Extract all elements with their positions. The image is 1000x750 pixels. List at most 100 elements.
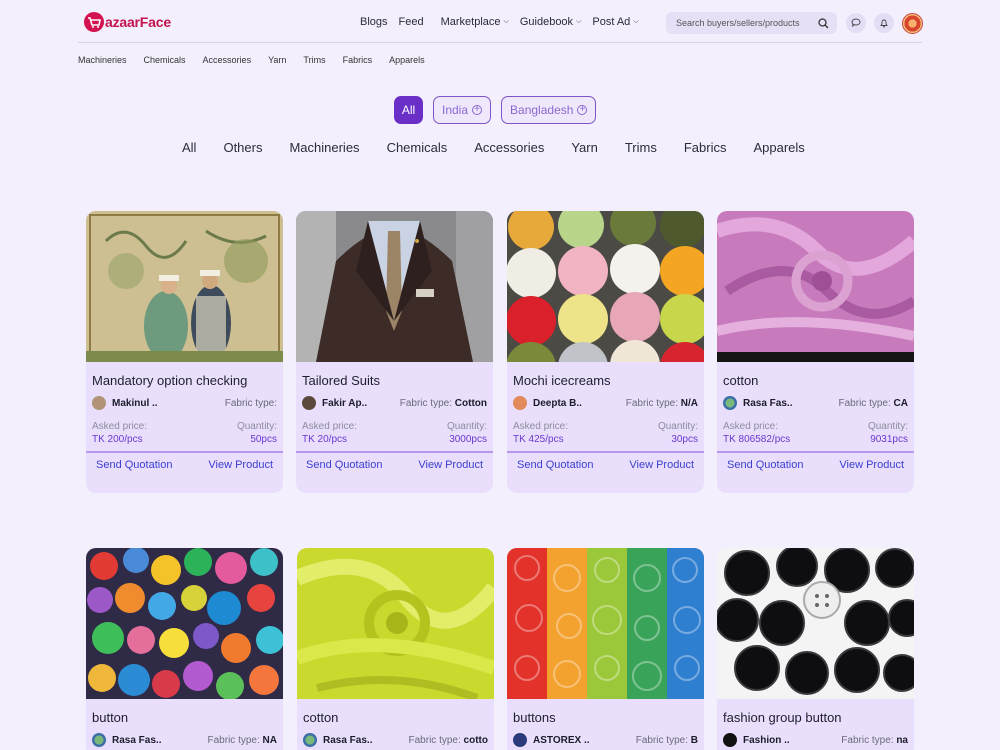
view-product-button[interactable]: View Product: [418, 459, 483, 471]
product-image-black-buttons[interactable]: [717, 548, 914, 699]
filter-india-label: India: [442, 103, 469, 117]
price-value: TK 806582/pcs: [723, 434, 791, 445]
seller-name: Fakir Ap..: [322, 397, 368, 409]
subnav-apparels[interactable]: Apparels: [389, 55, 425, 65]
search-input[interactable]: Search buyers/sellers/products: [676, 18, 818, 28]
send-quotation-button[interactable]: Send Quotation: [727, 459, 803, 471]
fabric-type-label: Fabric type:: [625, 397, 678, 409]
subnav-fabrics[interactable]: Fabrics: [343, 55, 373, 65]
divider: [86, 451, 283, 453]
user-avatar[interactable]: [902, 13, 923, 34]
tab-trims[interactable]: Trims: [625, 140, 657, 155]
seller-info[interactable]: Fashion ..: [723, 733, 790, 747]
tab-all[interactable]: All: [182, 140, 196, 155]
product-title[interactable]: Tailored Suits: [302, 373, 493, 388]
subnav-accessories[interactable]: Accessories: [203, 55, 252, 65]
product-title[interactable]: Mandatory option checking: [92, 373, 283, 388]
seller-info[interactable]: Rasa Fas..: [92, 733, 161, 747]
seller-info[interactable]: Fakir Ap..: [302, 396, 367, 410]
subnav-trims[interactable]: Trims: [303, 55, 325, 65]
product-image-painting[interactable]: [86, 211, 283, 362]
seller-name: Rasa Fas..: [743, 397, 793, 409]
card-actions: Send Quotation View Product: [296, 459, 493, 471]
filter-bangladesh[interactable]: Bangladesh +: [501, 96, 597, 124]
product-card[interactable]: fashion group button Fashion .. Fabric t…: [717, 548, 914, 750]
bell-icon[interactable]: [874, 13, 894, 33]
price-values: TK 806582/pcs 9031pcs: [717, 434, 914, 445]
tab-machineries[interactable]: Machineries: [289, 140, 359, 155]
chat-icon[interactable]: [846, 13, 866, 33]
subnav-machineries[interactable]: Machineries: [78, 55, 127, 65]
product-card[interactable]: cotton Rasa Fas.. Fabric type: cotto: [297, 548, 494, 750]
filter-bangladesh-label: Bangladesh: [510, 103, 574, 117]
logo[interactable]: azaarFace: [84, 12, 171, 32]
quantity-value: 9031pcs: [870, 434, 908, 445]
product-image-suit[interactable]: [296, 211, 493, 362]
product-image-mochi[interactable]: [507, 211, 704, 362]
seller-info[interactable]: ASTOREX ..: [513, 733, 590, 747]
fabric-type: Fabric type: na: [841, 735, 908, 746]
subnav-yarn[interactable]: Yarn: [268, 55, 286, 65]
seller-row: Fashion .. Fabric type: na: [717, 733, 914, 747]
fabric-type: Fabric type: N/A: [626, 398, 698, 409]
product-card[interactable]: Tailored Suits Fakir Ap.. Fabric type: C…: [296, 211, 493, 493]
send-quotation-button[interactable]: Send Quotation: [306, 459, 382, 471]
nav-guidebook[interactable]: Guidebook ⌵: [520, 16, 582, 28]
product-image-lime-fabric[interactable]: [297, 548, 494, 699]
product-title[interactable]: cotton: [723, 373, 914, 388]
seller-avatar: [723, 396, 737, 410]
product-card[interactable]: buttons ASTOREX .. Fabric type: B: [507, 548, 704, 750]
send-quotation-button[interactable]: Send Quotation: [517, 459, 593, 471]
divider: [296, 451, 493, 453]
product-title[interactable]: fashion group button: [723, 710, 914, 725]
product-title[interactable]: cotton: [303, 710, 494, 725]
fabric-type-value: Cotton: [454, 397, 487, 409]
seller-name: Fashion ..: [743, 734, 790, 746]
product-card[interactable]: cotton Rasa Fas.. Fabric type: CA Asked …: [717, 211, 914, 493]
quantity-label: Quantity:: [236, 421, 277, 432]
seller-row: Rasa Fas.. Fabric type: cotto: [297, 733, 494, 747]
product-card[interactable]: Mandatory option checking Makinul .. Fab…: [86, 211, 283, 493]
seller-info[interactable]: Rasa Fas..: [723, 396, 792, 410]
nav-feed[interactable]: Feed: [399, 16, 424, 28]
seller-info[interactable]: Deepta B..: [513, 396, 582, 410]
fabric-type: Fabric type: Cotton: [400, 398, 487, 409]
nav-post-ad[interactable]: Post Ad ⌵: [592, 16, 638, 28]
filter-india[interactable]: India +: [433, 96, 492, 124]
quantity-value: 3000pcs: [449, 434, 487, 445]
nav-marketplace[interactable]: Marketplace ⌵: [441, 16, 509, 28]
tab-fabrics[interactable]: Fabrics: [684, 140, 727, 155]
seller-info[interactable]: Makinul ..: [92, 396, 158, 410]
product-title[interactable]: buttons: [513, 710, 704, 725]
asked-price-label: Asked price:: [92, 421, 148, 432]
tab-others[interactable]: Others: [223, 140, 262, 155]
subnav-chemicals[interactable]: Chemicals: [144, 55, 186, 65]
quantity-label: Quantity:: [657, 421, 698, 432]
view-product-button[interactable]: View Product: [208, 459, 273, 471]
tab-chemicals[interactable]: Chemicals: [387, 140, 448, 155]
nav-blogs[interactable]: Blogs: [360, 16, 388, 28]
product-title[interactable]: button: [92, 710, 283, 725]
quantity-value: 30pcs: [671, 434, 698, 445]
search-icon[interactable]: [818, 17, 829, 29]
product-card[interactable]: Mochi icecreams Deepta B.. Fabric type: …: [507, 211, 704, 493]
seller-avatar: [302, 396, 316, 410]
product-image-rainbow-buttons[interactable]: [507, 548, 704, 699]
filter-all[interactable]: All: [394, 96, 423, 124]
fabric-type-value: cotto: [463, 734, 488, 746]
tab-apparels[interactable]: Apparels: [753, 140, 804, 155]
price-labels: Asked price: Quantity:: [296, 421, 493, 432]
search-bar[interactable]: Search buyers/sellers/products: [666, 12, 837, 34]
seller-row: Rasa Fas.. Fabric type: NA: [86, 733, 283, 747]
seller-info[interactable]: Rasa Fas..: [303, 733, 372, 747]
product-image-buttons[interactable]: [86, 548, 283, 699]
product-image-pink-fabric[interactable]: [717, 211, 914, 362]
product-card[interactable]: button Rasa Fas.. Fabric type: NA: [86, 548, 283, 750]
send-quotation-button[interactable]: Send Quotation: [96, 459, 172, 471]
product-title[interactable]: Mochi icecreams: [513, 373, 704, 388]
chevron-down-icon: ⌵: [576, 18, 582, 25]
view-product-button[interactable]: View Product: [629, 459, 694, 471]
view-product-button[interactable]: View Product: [839, 459, 904, 471]
tab-accessories[interactable]: Accessories: [474, 140, 544, 155]
tab-yarn[interactable]: Yarn: [571, 140, 598, 155]
